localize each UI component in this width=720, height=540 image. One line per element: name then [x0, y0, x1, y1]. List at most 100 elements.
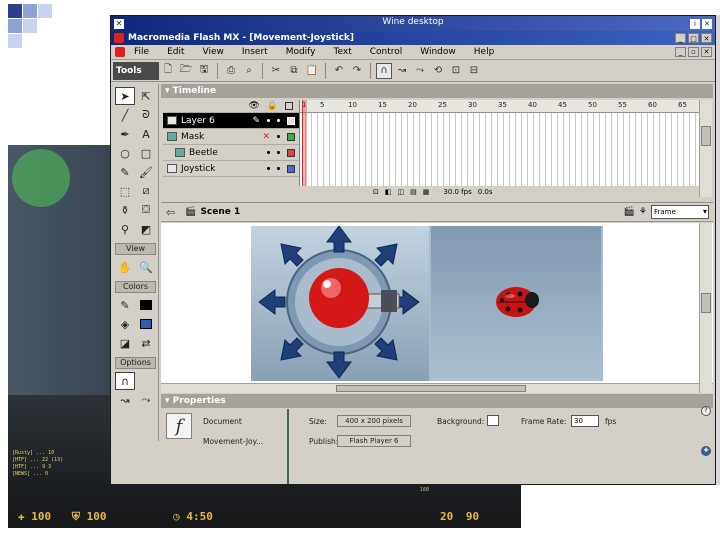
size-button[interactable]: 400 x 200 pixels: [337, 415, 411, 427]
visibility-dot[interactable]: [267, 167, 270, 170]
rectangle-tool-icon[interactable]: □: [136, 144, 156, 162]
swap-colors-icon[interactable]: ⇄: [136, 334, 156, 352]
scale-icon[interactable]: ⊡: [448, 63, 464, 79]
paste-icon[interactable]: 📋: [304, 63, 320, 79]
doc-close-icon[interactable]: ✕: [701, 47, 712, 57]
center-frame-icon[interactable]: ⊡: [373, 188, 379, 196]
hidden-x-icon[interactable]: ✕: [262, 132, 270, 142]
expand-icon[interactable]: ✚: [701, 446, 711, 456]
undo-icon[interactable]: ↶: [331, 63, 347, 79]
zoom-select[interactable]: Frame: [651, 205, 709, 219]
menu-window[interactable]: Window: [411, 47, 465, 57]
layer-row[interactable]: Mask ✕: [163, 129, 299, 145]
back-arrow-icon[interactable]: ⇦: [166, 206, 175, 219]
timeline-frames[interactable]: 1 5 10 15 20 25 30 35 40 45 50 55 60 65: [299, 100, 699, 195]
menu-insert[interactable]: Insert: [233, 47, 277, 57]
scroll-thumb[interactable]: [701, 126, 711, 146]
stage-horizontal-scrollbar[interactable]: [161, 383, 713, 393]
properties-header[interactable]: ▾ Properties: [161, 394, 713, 408]
fill-color-icon[interactable]: ◈: [115, 315, 135, 333]
line-tool-icon[interactable]: ╱: [115, 106, 135, 124]
menu-view[interactable]: View: [194, 47, 233, 57]
maximize-icon[interactable]: □: [688, 33, 699, 43]
fill-transform-tool-icon[interactable]: ⧄: [136, 182, 156, 200]
subselect-tool-icon[interactable]: ⇱: [136, 87, 156, 105]
timeline-vertical-scrollbar[interactable]: [699, 100, 712, 197]
paint-bucket-tool-icon[interactable]: ⛋: [136, 201, 156, 219]
edit-symbol-icon[interactable]: ⚘: [639, 207, 647, 217]
arrow-tool-icon[interactable]: ➤: [115, 87, 135, 105]
brush-tool-icon[interactable]: 🖌: [136, 163, 156, 181]
timeline-ruler[interactable]: 1 5 10 15 20 25 30 35 40 45 50 55 60 65: [300, 100, 699, 113]
doc-minimize-icon[interactable]: _: [675, 47, 686, 57]
frame-rate-input[interactable]: 30: [571, 415, 599, 427]
fill-color-swatch[interactable]: [136, 315, 156, 333]
menu-control[interactable]: Control: [361, 47, 412, 57]
straighten-icon[interactable]: ⤳: [412, 63, 428, 79]
eye-icon[interactable]: 👁: [248, 101, 259, 111]
minimize-icon[interactable]: _: [675, 33, 686, 43]
outline-color-box[interactable]: [287, 132, 295, 141]
stage-vertical-scrollbar[interactable]: [699, 223, 712, 393]
hand-tool-icon[interactable]: ✋: [115, 258, 135, 276]
onion-outline-icon[interactable]: ◫: [398, 188, 405, 196]
pen-tool-icon[interactable]: ✒: [115, 125, 135, 143]
scroll-thumb[interactable]: [701, 293, 711, 313]
copy-icon[interactable]: ⧉: [286, 63, 302, 79]
smooth-option-icon[interactable]: ↝: [115, 391, 135, 409]
eraser-tool-icon[interactable]: ◩: [136, 220, 156, 238]
edit-scene-icon[interactable]: 🎬: [624, 207, 635, 217]
lock-icon[interactable]: 🔒: [267, 101, 278, 111]
print-icon[interactable]: ⎙: [223, 63, 239, 79]
lock-dot[interactable]: [277, 119, 280, 122]
layer-row[interactable]: Beetle: [163, 145, 299, 161]
onion-markers-icon[interactable]: ▦: [423, 188, 430, 196]
pencil-tool-icon[interactable]: ✎: [115, 163, 135, 181]
joystick[interactable]: [258, 226, 420, 379]
menu-text[interactable]: Text: [325, 47, 361, 57]
lasso-tool-icon[interactable]: ᘐ: [136, 106, 156, 124]
menu-file[interactable]: File: [125, 47, 158, 57]
onion-skin-icon[interactable]: ◧: [385, 188, 392, 196]
edit-multiple-icon[interactable]: ▤: [410, 188, 417, 196]
eyedropper-tool-icon[interactable]: ⚲: [115, 220, 135, 238]
menu-help[interactable]: Help: [465, 47, 504, 57]
close-icon[interactable]: ✕: [701, 33, 712, 43]
lock-dot[interactable]: [277, 167, 280, 170]
outline-color-box[interactable]: [287, 116, 295, 125]
outline-color-box[interactable]: [287, 148, 295, 157]
background-color-swatch[interactable]: [487, 415, 499, 426]
doc-restore-icon[interactable]: ▫: [688, 47, 699, 57]
zoom-tool-icon[interactable]: 🔍: [136, 258, 156, 276]
help-icon[interactable]: ?: [701, 406, 711, 416]
smooth-icon[interactable]: ↝: [394, 63, 410, 79]
ink-bottle-tool-icon[interactable]: ⚱: [115, 201, 135, 219]
menu-edit[interactable]: Edit: [158, 47, 193, 57]
straighten-option-icon[interactable]: ⤳: [136, 391, 156, 409]
layer-row[interactable]: Layer 6 ✎: [163, 113, 299, 129]
lock-dot[interactable]: [277, 151, 280, 154]
stage[interactable]: [251, 226, 603, 381]
stroke-color-icon[interactable]: ✎: [115, 296, 135, 314]
visibility-dot[interactable]: [277, 135, 280, 138]
layer-row[interactable]: Joystick: [163, 161, 299, 177]
save-icon[interactable]: 🖫: [196, 63, 212, 79]
oval-tool-icon[interactable]: ○: [115, 144, 135, 162]
default-colors-icon[interactable]: ◪: [115, 334, 135, 352]
outline-color-box[interactable]: [287, 164, 295, 173]
playhead[interactable]: [302, 100, 307, 195]
stage-area[interactable]: [161, 223, 713, 393]
open-file-icon[interactable]: 🗁: [178, 63, 194, 79]
timeline-header[interactable]: ▾ Timeline: [161, 84, 713, 98]
stroke-color-swatch[interactable]: [136, 296, 156, 314]
text-tool-icon[interactable]: A: [136, 125, 156, 143]
scene-name[interactable]: Scene 1: [200, 207, 240, 217]
new-file-icon[interactable]: 🗋: [160, 63, 176, 79]
print-preview-icon[interactable]: ⌕: [241, 63, 257, 79]
snap-magnet-icon[interactable]: ∩: [376, 62, 392, 79]
beetle[interactable]: [496, 287, 539, 317]
visibility-dot[interactable]: [267, 119, 270, 122]
free-transform-tool-icon[interactable]: ⬚: [115, 182, 135, 200]
menu-modify[interactable]: Modify: [277, 47, 325, 57]
scroll-thumb[interactable]: [336, 385, 526, 392]
